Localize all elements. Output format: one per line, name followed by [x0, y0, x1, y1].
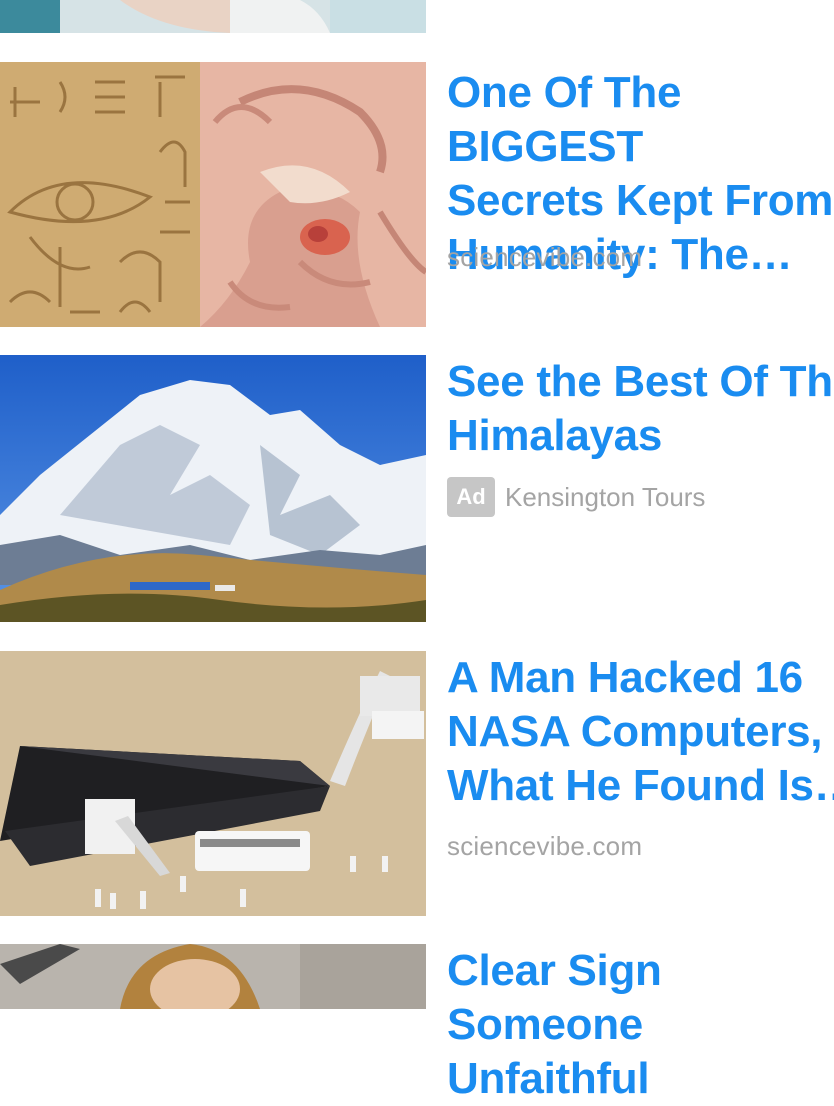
list-item[interactable]: A Man Hacked 16 NASA Computers, What He …	[0, 651, 834, 916]
article-thumbnail[interactable]	[0, 944, 426, 1009]
article-title[interactable]: A Man Hacked 16 NASA Computers, What He …	[447, 651, 834, 813]
previous-item-thumbnail[interactable]	[0, 0, 426, 33]
article-source: sciencevibe.com	[447, 242, 643, 272]
list-item[interactable]: One Of The BIGGEST Secrets Kept From Hum…	[0, 62, 834, 327]
article-thumbnail[interactable]	[0, 355, 426, 622]
ad-source: Kensington Tours	[505, 481, 706, 512]
list-item[interactable]: Clear Sign Someone Unfaithful	[0, 944, 834, 1103]
article-source: sciencevibe.com	[447, 831, 643, 861]
list-item[interactable]: See the Best Of The Himalayas Ad Kensing…	[0, 355, 834, 622]
ad-badge: Ad	[447, 477, 495, 517]
ad-attribution: Ad Kensington Tours	[447, 477, 705, 517]
article-title[interactable]: Clear Sign Someone Unfaithful	[447, 944, 834, 1106]
article-thumbnail[interactable]	[0, 651, 426, 916]
ad-title[interactable]: See the Best Of The Himalayas	[447, 355, 834, 463]
article-thumbnail[interactable]	[0, 62, 426, 327]
